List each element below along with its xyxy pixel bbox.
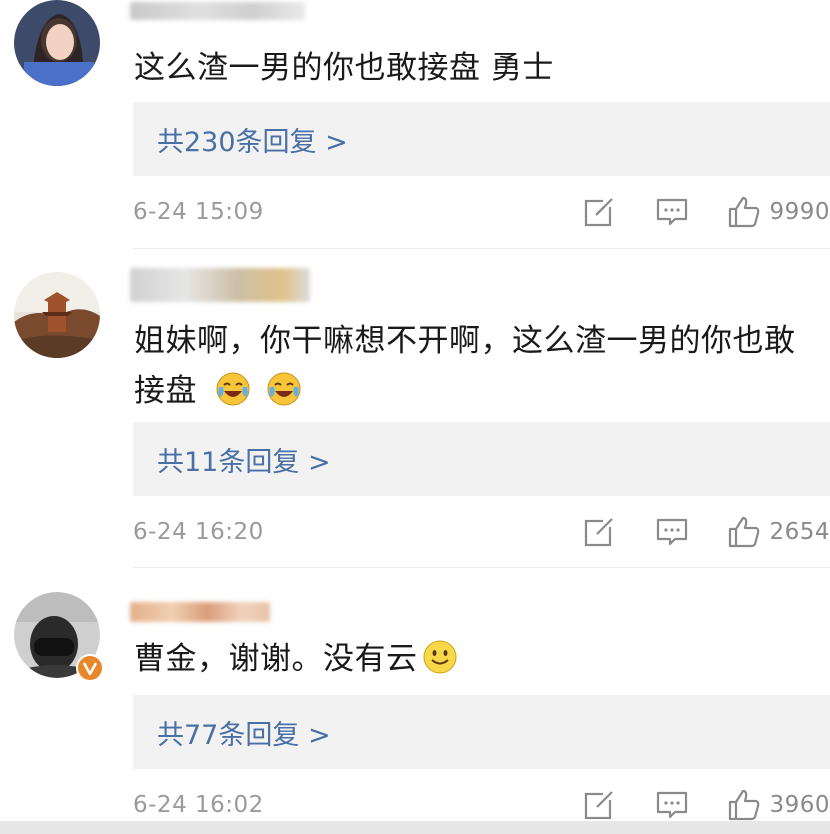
comment-actions: 2654 <box>583 512 830 552</box>
username-blurred[interactable] <box>130 602 270 622</box>
comment-meta: 6-24 16:02 3960 <box>133 785 830 825</box>
comment-time: 6-24 15:09 <box>133 199 264 225</box>
comment-icon[interactable] <box>655 195 689 229</box>
verified-badge-icon <box>76 654 104 682</box>
comment-text: 这么渣一男的你也敢接盘 勇士 <box>134 50 554 86</box>
avatar[interactable] <box>14 592 104 682</box>
like-button[interactable]: 2654 <box>727 515 830 549</box>
bottom-bar <box>0 821 830 834</box>
avatar[interactable] <box>14 0 100 86</box>
comment-text: 姐妹啊，你干嘛想不开啊，这么渣一男的你也敢接盘 <box>134 316 814 416</box>
like-button[interactable]: 3960 <box>727 788 830 822</box>
comment-icon[interactable] <box>655 515 689 549</box>
view-replies-link[interactable]: 共77条回复 > <box>133 695 830 769</box>
share-icon[interactable] <box>583 515 618 549</box>
like-button[interactable]: 9990 <box>727 195 830 229</box>
laughing-crying-emoji <box>216 372 250 406</box>
comment-text-content: 曹金，谢谢。没有云 <box>134 641 418 677</box>
comment-time: 6-24 16:20 <box>133 519 264 545</box>
laughing-crying-emoji <box>267 372 301 406</box>
smile-emoji <box>423 640 456 674</box>
like-count: 2654 <box>769 519 830 545</box>
comment-text: 曹金，谢谢。没有云 <box>134 634 814 684</box>
username-blurred[interactable] <box>130 268 310 302</box>
username-blurred[interactable] <box>130 2 305 20</box>
avatar[interactable] <box>14 272 100 358</box>
comment-actions: 9990 <box>583 192 830 232</box>
comment-meta: 6-24 15:09 9990 <box>133 192 830 232</box>
divider <box>133 567 830 568</box>
avatar-image <box>14 0 100 86</box>
comment-actions: 3960 <box>583 785 830 825</box>
thumbs-up-icon <box>729 789 760 821</box>
thumbs-up-icon <box>729 196 760 228</box>
view-replies-link[interactable]: 共11条回复 > <box>133 422 830 496</box>
comment-time: 6-24 16:02 <box>133 792 264 818</box>
divider <box>133 248 830 249</box>
view-replies-link[interactable]: 共230条回复 > <box>133 102 830 176</box>
comment-meta: 6-24 16:20 2654 <box>133 512 830 552</box>
comment-icon[interactable] <box>655 788 689 822</box>
share-icon[interactable] <box>583 195 618 229</box>
avatar-image <box>14 272 100 358</box>
like-count: 9990 <box>769 199 830 225</box>
thumbs-up-icon <box>729 516 760 548</box>
like-count: 3960 <box>769 792 830 818</box>
share-icon[interactable] <box>583 788 618 822</box>
